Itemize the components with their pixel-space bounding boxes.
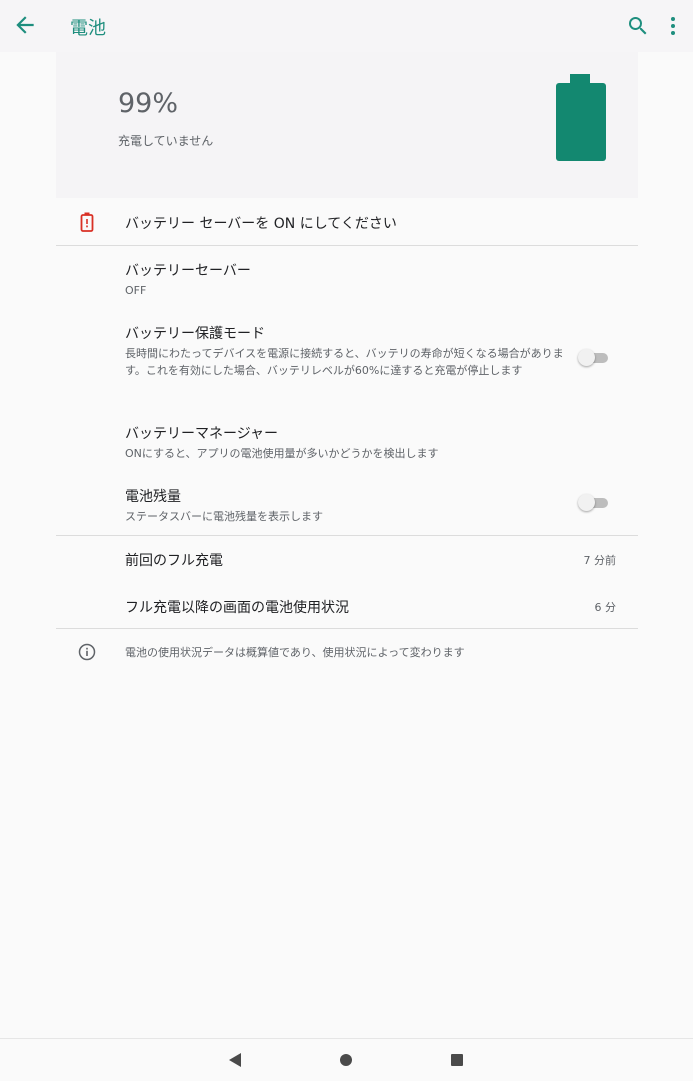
nav-home-icon[interactable]: [340, 1054, 352, 1066]
battery-percentage-toggle[interactable]: [578, 493, 608, 513]
back-button[interactable]: [12, 12, 38, 38]
pref-summary: ONにすると、アプリの電池使用量が多いかどうかを検出します: [125, 447, 439, 460]
search-icon: [629, 17, 647, 35]
screen-usage-label: フル充電以降の画面の電池使用状況: [125, 600, 349, 616]
pref-battery-saver[interactable]: バッテリーセーバー OFF: [0, 260, 693, 308]
more-vert-icon: [671, 17, 675, 35]
nav-recents-icon[interactable]: [451, 1054, 463, 1066]
battery-icon: [556, 83, 606, 161]
nav-back-icon[interactable]: [228, 1053, 242, 1067]
battery-saver-suggestion-label: バッテリー セーバーを ON にしてください: [125, 216, 397, 232]
system-nav-bar: [0, 1038, 693, 1081]
pref-title: バッテリーマネージャー: [125, 426, 279, 442]
pref-title: バッテリー保護モード: [125, 326, 265, 342]
battery-saver-suggestion[interactable]: バッテリー セーバーを ON にしてください: [0, 198, 693, 246]
more-options-button[interactable]: [664, 14, 682, 38]
divider: [56, 628, 638, 629]
battery-protection-toggle[interactable]: [578, 348, 608, 368]
page-title: 電池: [70, 18, 106, 39]
search-button[interactable]: [626, 14, 650, 38]
toggle-thumb: [578, 349, 595, 366]
pref-battery-percentage[interactable]: 電池残量 ステータスバーに電池残量を表示します: [0, 486, 693, 534]
divider: [56, 245, 638, 246]
app-bar: 電池: [0, 0, 693, 52]
arrow-back-icon: [16, 16, 34, 34]
divider: [56, 535, 638, 536]
pref-summary: OFF: [125, 284, 147, 297]
info-icon: [78, 643, 96, 661]
battery-level: 99%: [118, 88, 179, 119]
battery-header: 99% 充電していません: [56, 52, 638, 198]
charging-status: 充電していません: [118, 134, 214, 148]
pref-summary: 長時間にわたってデバイスを電源に接続すると、バッテリの寿命が短くなる場合がありま…: [125, 347, 564, 377]
screen-usage-value: 6 分: [594, 601, 617, 614]
toggle-thumb: [578, 494, 595, 511]
pref-title: 電池残量: [125, 489, 181, 505]
pref-battery-manager[interactable]: バッテリーマネージャー ONにすると、アプリの電池使用量が多いかどうかを検出しま…: [0, 423, 693, 471]
pref-battery-protection-mode[interactable]: バッテリー保護モード 長時間にわたってデバイスを電源に接続すると、バッテリの寿命…: [0, 323, 693, 403]
usage-disclaimer: 電池の使用状況データは概算値であり、使用状況によって変わります: [125, 646, 465, 659]
last-full-charge-label: 前回のフル充電: [125, 553, 223, 569]
pref-summary: ステータスバーに電池残量を表示します: [125, 510, 323, 523]
last-full-charge-value: 7 分前: [583, 554, 617, 567]
battery-alert-icon: [80, 212, 94, 232]
pref-title: バッテリーセーバー: [125, 263, 251, 279]
